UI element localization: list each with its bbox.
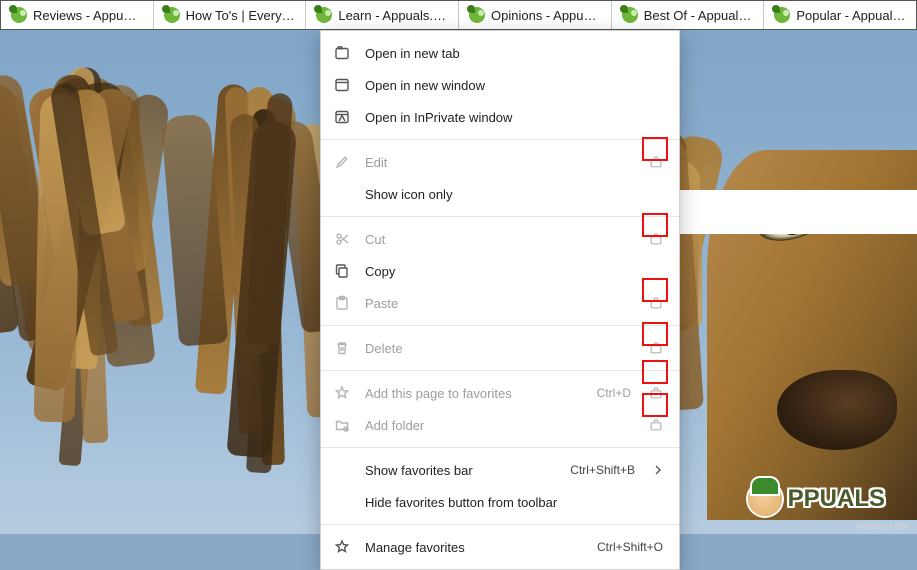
scissors-icon [333,230,351,248]
menu-shortcut: Ctrl+Shift+B [570,463,635,477]
favorite-item-learn[interactable]: Learn - Appuals.com [306,1,459,29]
site-favicon [11,7,27,23]
menu-edit: Edit [321,146,679,178]
menu-delete: Delete [321,332,679,364]
menu-label: Cut [365,232,633,247]
star-plus-icon [333,384,351,402]
briefcase-icon [647,230,665,248]
menu-label: Open in new window [365,78,665,93]
menu-label: Copy [365,264,665,279]
briefcase-icon [647,384,665,402]
page-white-band [680,190,917,234]
briefcase-icon [647,153,665,171]
site-favicon [774,7,790,23]
favorites-context-menu: Open in new tab Open in new window Open … [320,30,680,570]
menu-separator [321,370,679,371]
menu-open-new-window[interactable]: Open in new window [321,69,679,101]
copy-icon [333,262,351,280]
site-favicon [316,7,332,23]
site-favicon [622,7,638,23]
favorite-item-reviews[interactable]: Reviews - Appuals.c... [1,1,154,29]
new-tab-icon [333,44,351,62]
logo-text: PPUALS [788,485,885,513]
logo-avatar-icon [748,482,782,516]
favorite-label: Best Of - Appuals.c... [644,8,754,23]
menu-label: Hide favorites button from toolbar [365,495,665,510]
menu-show-favorites-bar[interactable]: Show favorites bar Ctrl+Shift+B [321,454,679,486]
menu-show-icon-only[interactable]: Show icon only [321,178,679,210]
menu-separator [321,325,679,326]
favorite-item-bestof[interactable]: Best Of - Appuals.c... [612,1,765,29]
briefcase-icon [647,294,665,312]
inprivate-icon [333,108,351,126]
menu-label: Open in new tab [365,46,665,61]
menu-open-new-tab[interactable]: Open in new tab [321,37,679,69]
menu-label: Delete [365,341,633,356]
menu-label: Show favorites bar [365,463,556,478]
menu-add-page-favorites: Add this page to favorites Ctrl+D [321,377,679,409]
favorites-bar: Reviews - Appuals.c... How To's | Everyt… [0,0,917,30]
menu-label: Add this page to favorites [365,386,583,401]
menu-label: Paste [365,296,633,311]
trash-icon [333,339,351,357]
favorite-item-opinions[interactable]: Opinions - Appuals... [459,1,612,29]
menu-manage-favorites[interactable]: Manage favorites Ctrl+Shift+O [321,531,679,563]
site-favicon [469,7,485,23]
menu-cut: Cut [321,223,679,255]
favorite-label: Opinions - Appuals... [491,8,601,23]
menu-open-inprivate[interactable]: Open in InPrivate window [321,101,679,133]
star-icon [333,538,351,556]
menu-add-folder: Add folder [321,409,679,441]
briefcase-icon [647,339,665,357]
favorite-item-howtos[interactable]: How To's | Everythi... [154,1,307,29]
source-watermark: wsxdn.com [856,521,909,532]
menu-separator [321,216,679,217]
folder-plus-icon [333,416,351,434]
favorite-label: How To's | Everythi... [186,8,296,23]
appuals-logo: PPUALS [748,482,885,516]
menu-label: Manage favorites [365,540,583,555]
favorite-label: Learn - Appuals.com [338,8,448,23]
pencil-icon [333,153,351,171]
chevron-right-icon [651,465,665,475]
favorite-label: Reviews - Appuals.c... [33,8,143,23]
menu-shortcut: Ctrl+D [597,386,631,400]
menu-separator [321,447,679,448]
paste-icon [333,294,351,312]
briefcase-icon [647,416,665,434]
menu-label: Add folder [365,418,633,433]
favorite-label: Popular - Appuals.c... [796,8,906,23]
menu-copy[interactable]: Copy [321,255,679,287]
menu-separator [321,524,679,525]
site-favicon [164,7,180,23]
menu-separator [321,139,679,140]
new-window-icon [333,76,351,94]
menu-hide-favorites-button[interactable]: Hide favorites button from toolbar [321,486,679,518]
favorite-item-popular[interactable]: Popular - Appuals.c... [764,1,916,29]
menu-label: Open in InPrivate window [365,110,665,125]
menu-label: Edit [365,155,633,170]
menu-label: Show icon only [365,187,665,202]
menu-paste: Paste [321,287,679,319]
menu-shortcut: Ctrl+Shift+O [597,540,663,554]
